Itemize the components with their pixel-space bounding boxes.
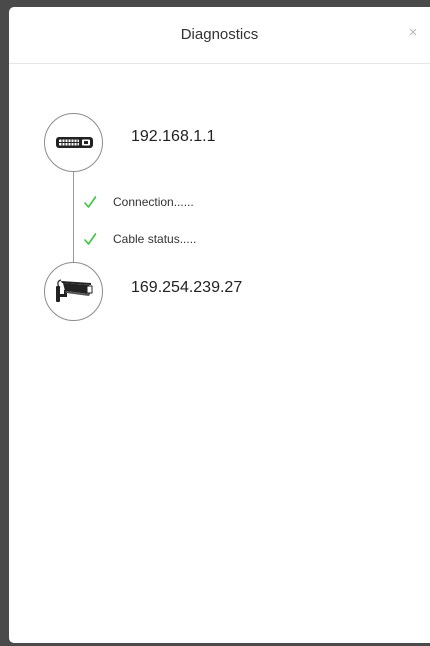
close-button[interactable]: × xyxy=(403,22,423,44)
check-icon xyxy=(84,233,97,245)
source-device-node xyxy=(44,113,103,172)
check-icon xyxy=(84,196,97,208)
step-label: Connection...... xyxy=(113,195,194,209)
target-device-node xyxy=(44,262,103,321)
target-ip: 169.254.239.27 xyxy=(131,279,243,296)
camera-icon xyxy=(56,279,93,302)
dialog-header: Diagnostics × xyxy=(9,7,430,64)
diagnostics-dialog: Diagnostics × 192.168.1.1 Connection....… xyxy=(9,7,430,643)
step-label: Cable status..... xyxy=(113,232,197,246)
connection-line xyxy=(73,172,74,263)
source-ip: 192.168.1.1 xyxy=(131,128,216,145)
dialog-title: Diagnostics xyxy=(180,26,259,43)
network-switch-icon xyxy=(56,137,93,148)
